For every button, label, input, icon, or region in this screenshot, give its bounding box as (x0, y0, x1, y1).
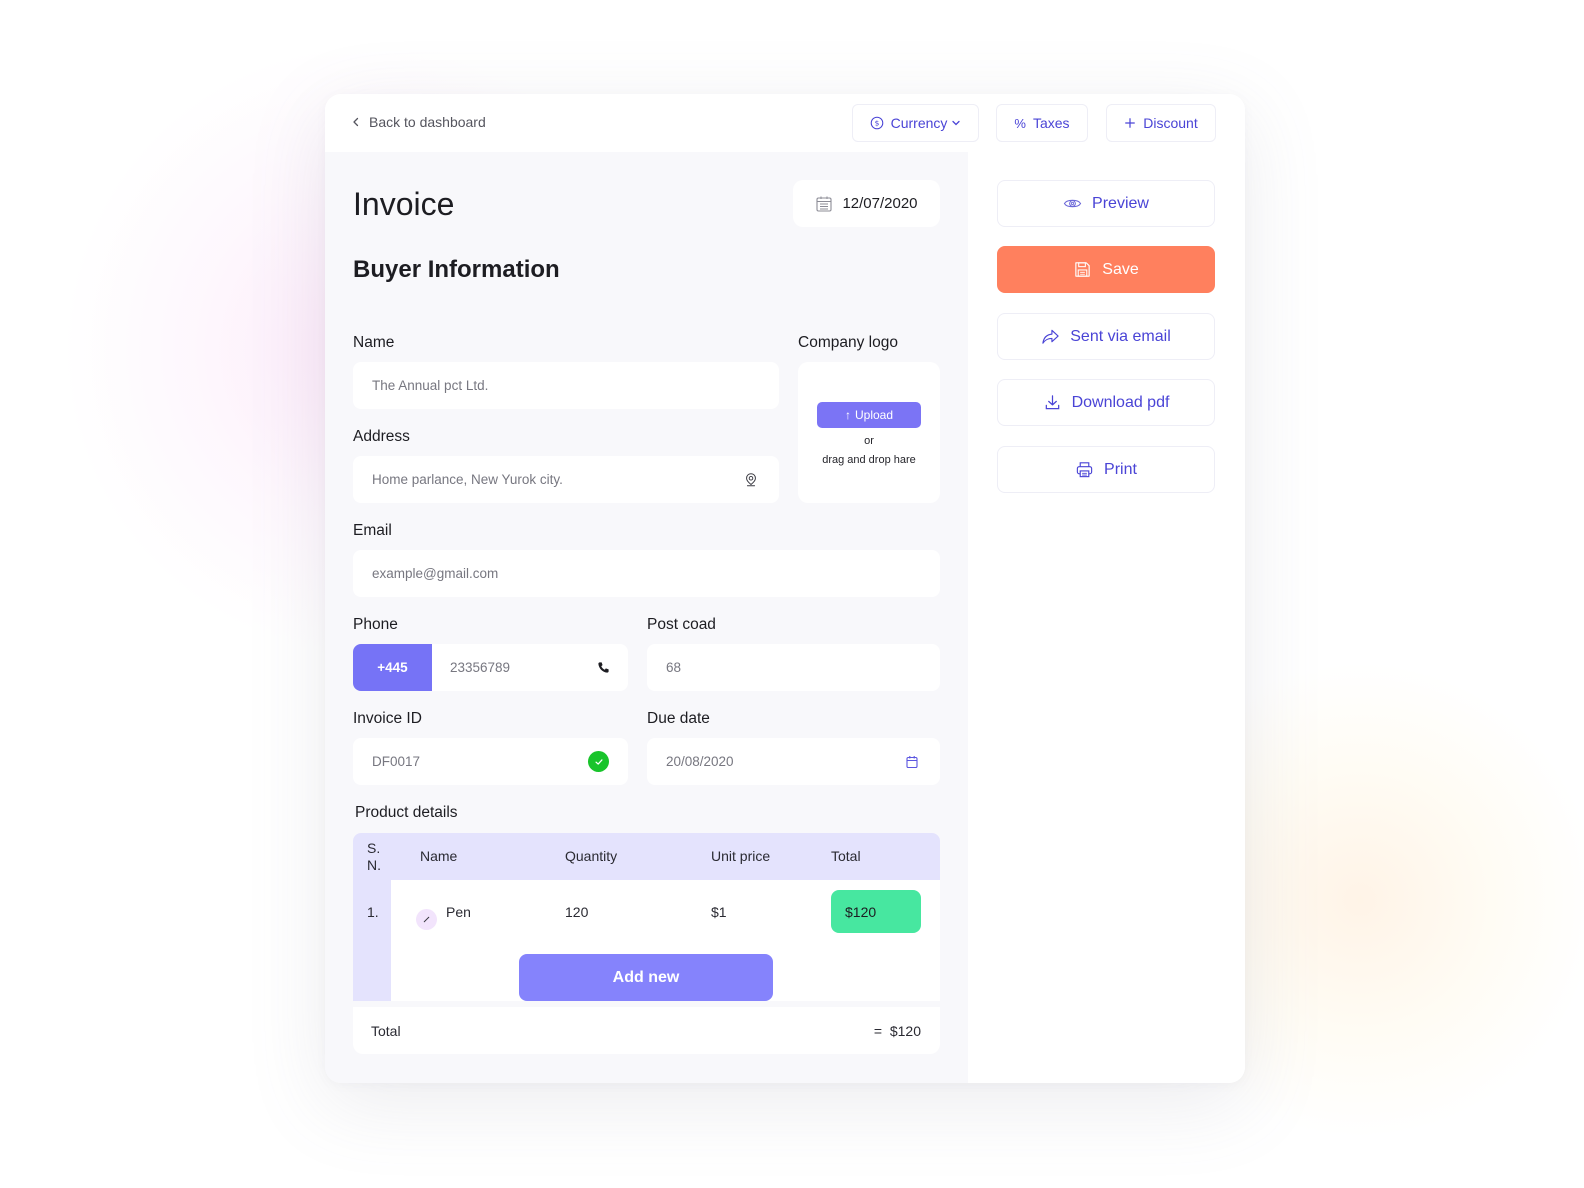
invoice-id-input[interactable]: DF0017 (353, 738, 628, 785)
upload-label: Upload (854, 407, 894, 422)
table-header: S. N. Name Quantity Unit price Total (353, 833, 940, 880)
total-label: Total (371, 1022, 401, 1039)
phone-field: +445 23356789 (353, 644, 628, 691)
calendar-icon (816, 196, 833, 212)
top-bar: Back to dashboard $ Currency % Taxes Dis… (325, 94, 1245, 152)
phone-icon (598, 662, 609, 673)
taxes-button[interactable]: % Taxes (996, 104, 1088, 142)
invoice-date: 12/07/2020 (842, 195, 918, 212)
save-button[interactable]: Save (997, 246, 1215, 293)
post-code-input[interactable]: 68 (647, 644, 940, 691)
header-total: Total (831, 848, 861, 864)
invoice-form-panel: Invoice 12/07/2020 Buyer Information Nam… (325, 152, 968, 1083)
row-name: Pen (446, 904, 471, 920)
phone-label: Phone (353, 616, 398, 633)
actions-panel: Preview Save Sent via email Download pdf… (968, 152, 1245, 1083)
send-email-label: Sent via email (1070, 327, 1171, 345)
preview-label: Preview (1092, 194, 1149, 212)
invoice-card: Back to dashboard $ Currency % Taxes Dis… (325, 94, 1245, 1083)
row-sn: 1. (367, 904, 379, 920)
due-date-input[interactable]: 20/08/2020 (647, 738, 940, 785)
country-code-selector[interactable]: +445 (353, 644, 432, 691)
discount-button[interactable]: Discount (1106, 104, 1216, 142)
name-input[interactable]: The Annual pct Ltd. (353, 362, 779, 409)
dollar-circle-icon: $ (870, 116, 883, 130)
page-title: Invoice (353, 186, 455, 222)
share-arrow-icon (1042, 329, 1059, 344)
currency-dropdown[interactable]: $ Currency (852, 104, 979, 142)
total-value: = $120 (873, 1022, 921, 1039)
invoice-date-picker[interactable]: 12/07/2020 (793, 180, 940, 227)
product-details-heading: Product details (355, 804, 458, 821)
phone-input[interactable]: 23356789 (432, 644, 628, 691)
due-date-value: 20/08/2020 (666, 754, 734, 769)
or-text: or (864, 434, 874, 447)
sn-column (353, 880, 391, 1001)
row-total-badge: $120 (831, 890, 921, 933)
chevron-left-icon (353, 117, 359, 127)
arrow-up-icon: ↑ (844, 407, 851, 422)
check-circle-icon (588, 751, 609, 772)
download-pdf-button[interactable]: Download pdf (997, 379, 1215, 426)
download-icon (1045, 395, 1059, 410)
back-to-dashboard-link[interactable]: Back to dashboard (351, 114, 486, 130)
upload-button[interactable]: ↑ Upload (817, 401, 921, 428)
post-code-value: 68 (666, 660, 682, 675)
calendar-icon[interactable] (903, 753, 921, 771)
logo-dropzone[interactable]: ↑ Upload or drag and drop hare (798, 362, 940, 503)
email-input[interactable]: example@gmail.com (353, 550, 940, 597)
back-label: Back to dashboard (369, 114, 486, 130)
percent-icon: % (1014, 115, 1026, 131)
taxes-label: Taxes (1032, 115, 1070, 131)
buyer-information-heading: Buyer Information (353, 256, 560, 283)
company-logo-label: Company logo (798, 334, 898, 351)
add-new-button[interactable]: Add new (519, 954, 773, 1001)
address-input[interactable]: Home parlance, New Yurok city. (353, 456, 779, 503)
pen-icon (416, 909, 437, 930)
email-placeholder: example@gmail.com (372, 566, 499, 581)
total-row: Total = $120 (353, 1007, 940, 1054)
invoice-id-value: DF0017 (372, 754, 421, 769)
email-label: Email (353, 522, 392, 539)
floppy-disk-icon (1075, 262, 1090, 277)
print-label: Print (1104, 460, 1137, 478)
name-value: The Annual pct Ltd. (372, 378, 489, 393)
header-name: Name (420, 848, 458, 864)
due-date-label: Due date (647, 710, 710, 727)
send-via-email-button[interactable]: Sent via email (997, 313, 1215, 360)
print-button[interactable]: Print (997, 446, 1215, 493)
name-label: Name (353, 334, 395, 351)
location-pin-icon[interactable] (742, 471, 760, 489)
header-quantity: Quantity (565, 848, 618, 864)
drag-drop-text: drag and drop hare (822, 453, 916, 466)
printer-icon (1076, 462, 1093, 478)
chevron-down-icon (952, 120, 961, 126)
download-pdf-label: Download pdf (1071, 393, 1170, 411)
phone-value: 23356789 (450, 660, 511, 675)
address-value: Home parlance, New Yurok city. (372, 472, 563, 487)
invoice-id-label: Invoice ID (353, 710, 422, 727)
svg-text:$: $ (874, 119, 879, 128)
row-quantity: 120 (565, 904, 589, 920)
save-label: Save (1102, 260, 1139, 278)
eye-icon (1063, 199, 1082, 208)
header-unit-price: Unit price (711, 848, 771, 864)
plus-icon (1125, 118, 1136, 128)
discount-label: Discount (1143, 115, 1198, 131)
currency-label: Currency (890, 115, 948, 131)
header-sn: S. N. (367, 840, 381, 873)
address-label: Address (353, 428, 410, 445)
preview-button[interactable]: Preview (997, 180, 1215, 227)
post-code-label: Post coad (647, 616, 716, 633)
row-unit-price: $1 (711, 904, 727, 920)
